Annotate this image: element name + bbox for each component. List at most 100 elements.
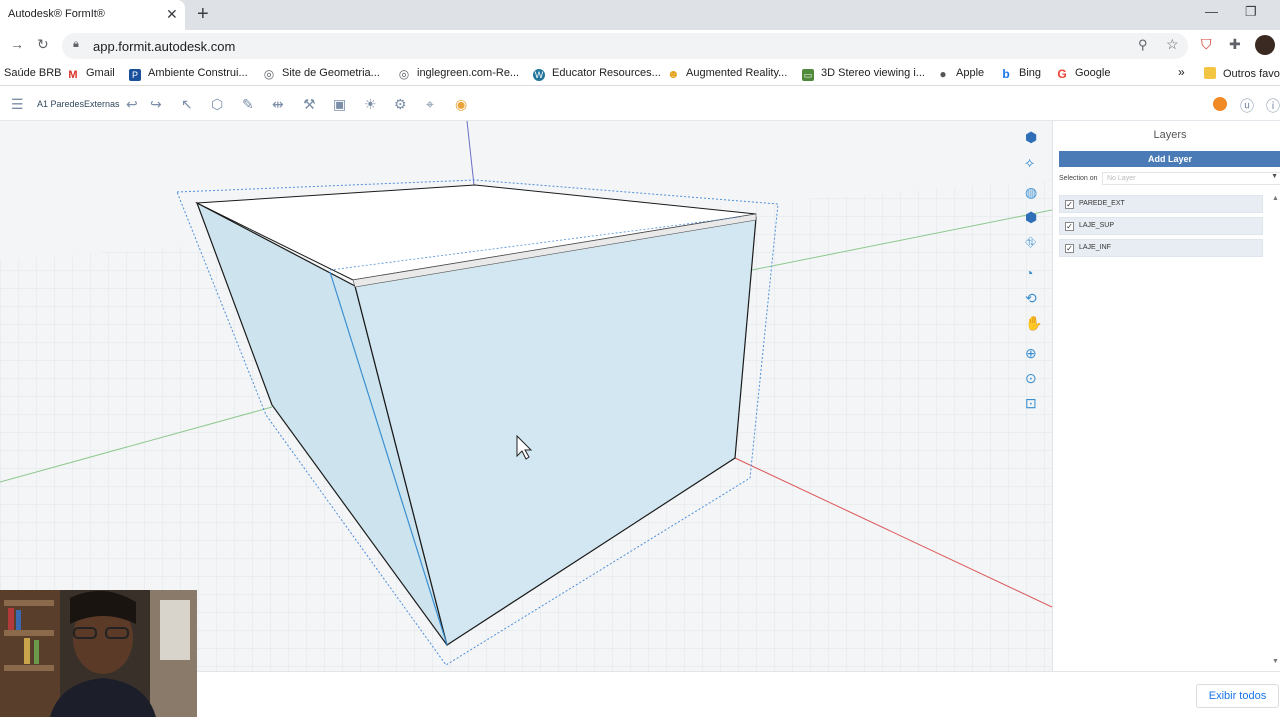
solid-tool-icon[interactable]: ⬡ xyxy=(211,96,223,113)
formit-toolbar: ☰ A1 ParedesExternas ↩ ↪ ↖ ⬡ ✎ ⇹ ⚒ ▣ ☀ ⚙… xyxy=(0,88,1280,121)
bookmark-item[interactable]: Saúde BRB xyxy=(4,67,61,79)
wordpress-icon: W xyxy=(533,69,545,81)
other-bookmarks[interactable]: Outros favo xyxy=(1204,67,1280,80)
tab-close-icon[interactable]: ✕ xyxy=(166,6,178,23)
bookmark-label: Augmented Reality... xyxy=(686,67,788,79)
select-tool-icon[interactable]: ↖ xyxy=(181,96,193,113)
browser-tab[interactable]: Autodesk® FormIt® ✕ xyxy=(0,0,185,30)
profile-avatar[interactable] xyxy=(1255,35,1275,55)
undo-icon[interactable]: ↩ xyxy=(126,96,138,113)
home-view-icon[interactable]: ◔ xyxy=(1025,265,1033,281)
views-icon[interactable]: ⟡ xyxy=(1025,154,1034,171)
orbit-icon[interactable]: ⟲ xyxy=(1025,290,1037,307)
location-pin-icon[interactable]: ⌖ xyxy=(426,96,434,113)
dimension-tool-icon[interactable]: ⇹ xyxy=(272,96,284,113)
address-row: → ↻ 🔒︎ app.formit.autodesk.com ⚲ ☆ ⛉ ✚ xyxy=(0,30,1280,62)
redo-icon[interactable]: ↪ xyxy=(150,96,162,113)
browser-tab-strip: Autodesk® FormIt® ✕ + — ❐ xyxy=(0,0,1280,30)
add-layer-button[interactable]: Add Layer xyxy=(1059,151,1280,167)
render-icon[interactable]: ◉ xyxy=(455,96,467,113)
globe-icon: ◎ xyxy=(398,67,410,81)
shaded-view-icon[interactable]: ⬢ xyxy=(1025,209,1037,226)
bookmark-label: Site de Geometria... xyxy=(282,67,380,79)
group-tool-icon[interactable]: ▣ xyxy=(333,96,346,113)
zoom-icon[interactable]: ⊕ xyxy=(1025,345,1037,362)
bookmark-star-icon[interactable]: ☆ xyxy=(1166,36,1179,53)
tools-icon[interactable]: ⚒ xyxy=(303,96,316,113)
scroll-down-icon[interactable]: ▼ xyxy=(1272,658,1279,665)
selection-layer-select[interactable]: No Layer ▼ xyxy=(1102,172,1280,185)
sketch-name: A1 ParedesExternas xyxy=(37,99,120,109)
reload-icon[interactable]: ↻ xyxy=(37,36,49,53)
extensions-puzzle-icon[interactable]: ✚ xyxy=(1229,36,1241,53)
3d-scene xyxy=(0,121,1052,671)
layer-name: LAJE_SUP xyxy=(1079,222,1115,229)
apple-icon: ● xyxy=(939,67,947,81)
view-cube-icon[interactable]: ⬢ xyxy=(1025,129,1037,146)
bookmark-item[interactable]: ◎ Site de Geometria... xyxy=(263,67,380,80)
bookmark-label: Bing xyxy=(1019,67,1042,79)
layer-name: PAREDE_EXT xyxy=(1079,200,1125,207)
layer-row[interactable]: ✓ LAJE_INF xyxy=(1059,239,1263,257)
zoom-extents-icon[interactable]: ⊙ xyxy=(1025,370,1037,387)
pan-hand-icon[interactable]: ✋ xyxy=(1025,315,1042,332)
folder-icon xyxy=(1204,67,1216,79)
bookmark-item[interactable]: M Gmail xyxy=(67,67,115,81)
bookmark-item[interactable]: b Bing xyxy=(1000,67,1041,80)
chevron-down-icon: ▼ xyxy=(1271,173,1278,180)
forward-icon[interactable]: → xyxy=(10,36,24,52)
bookmark-label: Saúde BRB xyxy=(4,67,62,79)
extension-shield-icon[interactable]: ⛉ xyxy=(1201,36,1212,53)
3d-viewport[interactable]: ⬢ ⟡ ◍ ⬢ ⛗ ◔ ⟲ ✋ ⊕ ⊙ ⊡ xyxy=(0,121,1052,671)
perspective-icon[interactable]: ◍ xyxy=(1025,184,1037,201)
layer-row[interactable]: ✓ PAREDE_EXT xyxy=(1059,195,1263,213)
sun-icon[interactable]: ☀ xyxy=(364,96,377,113)
bookmark-item[interactable]: ▭ 3D Stereo viewing i... xyxy=(802,67,925,81)
webcam-overlay xyxy=(0,590,197,717)
bookmark-item[interactable]: ◎ inglegreen.com-Re... xyxy=(398,67,519,80)
bookmark-label: Google xyxy=(1075,67,1111,79)
user-account-icon[interactable]: ⓤ xyxy=(1240,96,1254,116)
bookmark-item[interactable]: G Google xyxy=(1056,67,1110,80)
walk-icon[interactable]: ⛗ xyxy=(1025,234,1036,251)
bookmark-label: Gmail xyxy=(86,67,115,79)
new-tab-button[interactable]: + xyxy=(197,3,209,26)
google-icon: G xyxy=(1057,67,1067,81)
bookmark-item[interactable]: P Ambiente Construi... xyxy=(129,67,248,81)
show-all-button[interactable]: Exibir todos xyxy=(1196,684,1279,708)
bookmark-label: Apple xyxy=(956,67,985,79)
zoom-selection-icon[interactable]: ⊡ xyxy=(1025,395,1037,412)
layer-visibility-checkbox[interactable]: ✓ xyxy=(1065,244,1074,253)
selection-layer-value: No Layer xyxy=(1107,175,1136,182)
layers-panel: Layers Add Layer Selection on No Layer ▼… xyxy=(1052,121,1280,671)
info-icon[interactable]: ⓘ xyxy=(1266,96,1280,116)
tab-title: Autodesk® FormIt® xyxy=(8,8,105,20)
selection-on-label: Selection on xyxy=(1059,175,1098,182)
address-bar[interactable]: 🔒︎ app.formit.autodesk.com ⚲ ☆ xyxy=(62,33,1188,59)
draw-tool-icon[interactable]: ✎ xyxy=(242,96,254,113)
bookmark-item[interactable]: W Educator Resources... xyxy=(533,67,661,81)
gmail-icon: M xyxy=(68,69,78,81)
bookmark-label: Ambiente Construi... xyxy=(148,67,248,79)
bookmark-label: 3D Stereo viewing i... xyxy=(821,67,925,79)
bookmark-label: Educator Resources... xyxy=(552,67,661,79)
layer-row[interactable]: ✓ LAJE_SUP xyxy=(1059,217,1263,235)
settings-gear-icon[interactable]: ⚙ xyxy=(394,96,407,113)
url-text: app.formit.autodesk.com xyxy=(93,39,236,54)
restore-icon[interactable]: ❐ xyxy=(1245,4,1257,20)
bookmark-label: inglegreen.com-Re... xyxy=(417,67,520,79)
scroll-up-icon[interactable]: ▲ xyxy=(1272,195,1279,202)
webcam-image xyxy=(0,590,197,717)
image-icon: ▭ xyxy=(802,69,814,81)
layer-visibility-checkbox[interactable]: ✓ xyxy=(1065,222,1074,231)
search-icon[interactable]: ⚲ xyxy=(1138,37,1148,53)
bookmarks-overflow-icon[interactable]: » xyxy=(1178,65,1185,79)
bookmark-item[interactable]: ☻ Augmented Reality... xyxy=(667,67,787,80)
bookmark-item[interactable]: ● Apple xyxy=(937,67,984,80)
minimize-icon[interactable]: — xyxy=(1205,4,1218,19)
bing-icon: b xyxy=(1002,67,1010,81)
main-menu-icon[interactable]: ☰ xyxy=(11,96,24,113)
pro-badge-icon[interactable] xyxy=(1213,97,1227,111)
p-icon: P xyxy=(129,69,141,81)
layer-visibility-checkbox[interactable]: ✓ xyxy=(1065,200,1074,209)
